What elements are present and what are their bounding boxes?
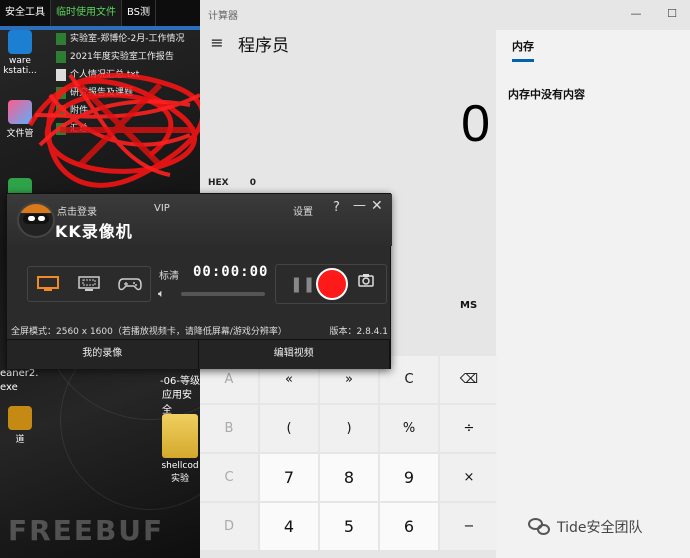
record-timer: 00:00:00 <box>193 264 269 280</box>
calc-key: C <box>200 454 258 501</box>
tab-memory[interactable]: 内存 <box>512 38 534 62</box>
memory-panel: 内存 内存中没有内容 <box>496 30 690 558</box>
desktop-icon-label: eaner2. <box>0 368 39 379</box>
fullscreen-source-icon[interactable] <box>34 273 62 295</box>
minimize-button[interactable]: — <box>618 0 654 28</box>
folder-label: shellcod 实验 <box>161 461 199 484</box>
tab-my-recordings[interactable]: 我的录像 <box>7 340 199 369</box>
maximize-button[interactable]: ☐ <box>654 0 690 28</box>
region-source-icon[interactable] <box>75 273 103 295</box>
desktop-icon-label: 道 <box>15 435 25 445</box>
hex-value: 0 <box>249 178 257 188</box>
calc-key[interactable]: × <box>440 454 498 501</box>
kk-logo-icon <box>17 202 55 238</box>
calc-key[interactable]: ⌫ <box>440 356 498 403</box>
calc-key[interactable]: 7 <box>260 454 318 501</box>
minimize-button[interactable]: — <box>353 198 366 213</box>
settings-button[interactable]: 设置 <box>293 203 313 218</box>
record-controls: ❚❚ <box>275 264 387 304</box>
folder-shellcode[interactable]: shellcod 实验 <box>160 414 200 484</box>
calc-key[interactable]: 6 <box>380 503 438 550</box>
version-label: 版本：2.8.4.1 <box>329 327 389 337</box>
redaction-scribble <box>27 72 200 188</box>
pause-icon[interactable]: ❚❚ <box>290 275 315 293</box>
memory-empty-message: 内存中没有内容 <box>508 88 585 101</box>
desktop-icon-game[interactable]: 道 <box>0 406 40 445</box>
capture-mode-info: 全屏模式：2560 x 1600（若播放视频卡，请降低屏幕/游戏分辨率） <box>11 327 287 337</box>
calc-key[interactable]: 8 <box>320 454 378 501</box>
hamburger-menu-icon[interactable]: ≡ <box>202 30 232 56</box>
file-label: 应用安全 <box>162 390 192 416</box>
calc-key: B <box>200 405 258 452</box>
file-list-item[interactable]: 实验室-郑博伦-2月-工作情况 <box>56 30 200 48</box>
calc-key[interactable]: ( <box>260 405 318 452</box>
window-title: 计算器 <box>208 10 238 22</box>
file-name: 实验室-郑博伦-2月-工作情况 <box>70 34 185 44</box>
calc-key[interactable]: ) <box>320 405 378 452</box>
explorer-tab[interactable]: 安全工具 <box>0 0 51 26</box>
explorer-tab[interactable]: BS测 <box>122 0 157 26</box>
calculator-display: 0 <box>461 95 490 153</box>
keypad: A «» C ⌫ B()% ÷ C 7 8 9 × D 4 5 6− <box>200 356 498 550</box>
calculator-titlebar: 计算器 — ☐ <box>200 0 690 28</box>
explorer-tab[interactable]: 临时使用文件 <box>51 0 122 26</box>
help-icon[interactable]: ? <box>333 200 340 215</box>
watermark-text: Tide安全团队 <box>557 520 643 536</box>
desktop-icon-label: exe <box>0 382 18 393</box>
calc-key[interactable]: 9 <box>380 454 438 501</box>
memory-store-button[interactable]: MS <box>460 300 477 311</box>
volume-slider[interactable] <box>181 292 265 296</box>
calc-key[interactable]: 4 <box>260 503 318 550</box>
screenshot-camera-icon[interactable] <box>358 273 374 291</box>
file-label: -06-等级 <box>160 376 200 387</box>
kk-recorder-window: 点击登录 VIP KK录像机 设置 ? — ✕ 标清 🔈︎ 00:00:00 ❚… <box>6 193 392 369</box>
freebuf-watermark: FREEBUF <box>8 514 165 547</box>
calculator-header: ≡ 程序员 <box>200 30 500 56</box>
vip-link[interactable]: VIP <box>154 203 170 214</box>
login-link[interactable]: 点击登录 <box>57 203 97 218</box>
kk-bottom-tabs: 我的录像 编辑视频 <box>7 339 390 369</box>
calc-key[interactable]: − <box>440 503 498 550</box>
folder-icon <box>162 414 198 458</box>
explorer-tab-bar: 安全工具 临时使用文件 BS测 <box>0 0 200 26</box>
game-icon <box>8 406 32 430</box>
tab-edit-video[interactable]: 编辑视频 <box>198 340 390 369</box>
calc-key[interactable]: ÷ <box>440 405 498 452</box>
record-button[interactable] <box>316 268 348 300</box>
wechat-icon <box>528 516 552 538</box>
hex-row[interactable]: HEX 0 <box>208 178 274 188</box>
kk-header: 点击登录 VIP KK录像机 设置 ? — ✕ <box>7 194 392 246</box>
gamepad-source-icon[interactable] <box>116 273 144 295</box>
calc-key[interactable]: 5 <box>320 503 378 550</box>
wechat-watermark: Tide安全团队 <box>528 516 643 538</box>
vmware-icon <box>8 30 32 54</box>
status-line: 全屏模式：2560 x 1600（若播放视频卡，请降低屏幕/游戏分辨率） 版本：… <box>11 324 388 337</box>
mode-title: 程序员 <box>238 35 289 56</box>
speaker-icon[interactable]: 🔈︎ <box>158 287 165 301</box>
calc-key: D <box>200 503 258 550</box>
quality-selector[interactable]: 标清 <box>159 267 179 282</box>
close-icon[interactable]: ✕ <box>371 198 383 214</box>
app-name: KK录像机 <box>55 222 133 241</box>
hex-label: HEX <box>208 178 229 188</box>
calc-key[interactable]: % <box>380 405 438 452</box>
excel-file-icon <box>56 33 66 45</box>
capture-source-group <box>27 266 151 302</box>
